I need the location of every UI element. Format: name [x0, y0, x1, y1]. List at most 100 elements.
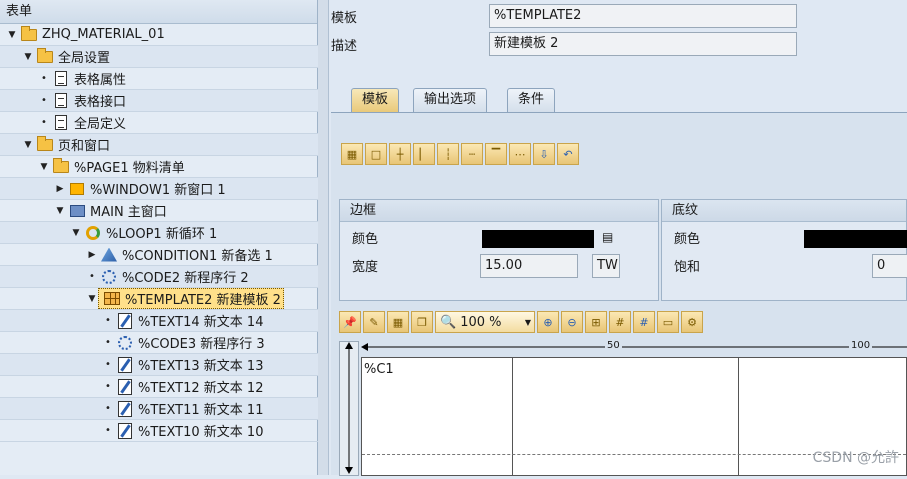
frame-none-icon[interactable]: ⋯	[509, 143, 531, 165]
panel-splitter[interactable]	[318, 0, 329, 475]
table-icon[interactable]: ▦	[387, 311, 409, 333]
collapse-arrow-icon[interactable]: ▼	[22, 52, 34, 62]
tab-template[interactable]: 模板	[351, 88, 400, 112]
tree-node[interactable]: • 全局定义	[0, 112, 318, 134]
document-icon-shape	[55, 115, 67, 130]
expand-arrow-icon[interactable]: ▶	[86, 250, 98, 260]
shading-color-field[interactable]	[804, 230, 907, 248]
horizontal-ruler: 50 100	[361, 340, 907, 353]
zoom-in-icon[interactable]: ⊕	[537, 311, 559, 333]
text-icon	[116, 422, 134, 439]
tree-node[interactable]: ▼ 全局设置	[0, 46, 318, 68]
collapse-arrow-icon[interactable]: ▼	[86, 294, 98, 304]
tree-node[interactable]: • 表格接口	[0, 90, 318, 112]
tab-conditions[interactable]: 条件	[507, 88, 556, 112]
border-unit-field[interactable]: TW	[592, 254, 620, 278]
frame-top-icon[interactable]: ▔	[485, 143, 507, 165]
tree-node-content[interactable]: 全局设置	[34, 47, 110, 66]
tree-node[interactable]: ▼ %LOOP1 新循环 1	[0, 222, 318, 244]
tree-node-content[interactable]: %TEMPLATE2 新建模板 2	[98, 288, 284, 309]
template-name-field[interactable]: %TEMPLATE2	[489, 4, 797, 28]
tree-node[interactable]: • %TEXT11 新文本 11	[0, 398, 318, 420]
pencil-icon[interactable]: ✎	[363, 311, 385, 333]
frame-left-icon[interactable]: ▏	[413, 143, 435, 165]
pin-icon[interactable]: 📌	[339, 311, 361, 333]
tree-node-content[interactable]: MAIN 主窗口	[66, 201, 167, 220]
tree-node-content[interactable]: %TEXT12 新文本 12	[114, 377, 263, 396]
text-icon	[116, 356, 134, 373]
tree-node[interactable]: • %TEXT14 新文本 14	[0, 310, 318, 332]
tree-node-content[interactable]: 全局定义	[50, 113, 126, 132]
folder-open-icon	[20, 25, 38, 43]
frame-horizontal-icon[interactable]: ┄	[461, 143, 483, 165]
frame-outer-icon[interactable]: □	[365, 143, 387, 165]
tree-node-content[interactable]: %TEXT11 新文本 11	[114, 399, 263, 418]
tree-node-content[interactable]: 表格接口	[50, 91, 126, 110]
table-layout-icon[interactable]: ▦	[341, 143, 363, 165]
watermark: CSDN @允許	[812, 450, 899, 466]
frame-vertical-icon[interactable]: ┆	[437, 143, 459, 165]
leaf-bullet: •	[105, 359, 111, 370]
collapse-arrow-icon[interactable]: ▼	[54, 206, 66, 216]
border-color-field[interactable]	[482, 230, 594, 248]
tree-node[interactable]: • %CODE3 新程序行 3	[0, 332, 318, 354]
tree-node[interactable]: ▼ ZHQ_MATERIAL_01	[0, 24, 318, 46]
border-width-field[interactable]: 15.00	[480, 254, 578, 278]
grid-red-icon[interactable]: #	[609, 311, 631, 333]
tree-node-label: ZHQ_MATERIAL_01	[42, 27, 165, 42]
tree-node-content[interactable]: %WINDOW1 新窗口 1	[66, 179, 226, 198]
tree-node-content[interactable]: %CONDITION1 新备选 1	[98, 245, 273, 264]
tree-node[interactable]: ▼ 页和窗口	[0, 134, 318, 156]
form-tree-panel: 表单 ▼ ZHQ_MATERIAL_01 ▼ 全局设置 • 表格属性 • 表格接口 • 全局定义 ▼…	[0, 0, 318, 475]
saturation-field[interactable]: 0	[872, 254, 907, 278]
document-icon-shape	[55, 71, 67, 86]
tree-node-content[interactable]: %TEXT10 新文本 10	[114, 421, 263, 440]
zoom-out-icon[interactable]: ⊖	[561, 311, 583, 333]
undo-icon[interactable]: ↶	[557, 143, 579, 165]
window-icon-shape	[70, 182, 84, 195]
folder-open-icon	[36, 47, 54, 65]
tree-node-content[interactable]: %CODE2 新程序行 2	[98, 267, 249, 286]
tree-node[interactable]: ▼ %TEMPLATE2 新建模板 2	[0, 288, 318, 310]
expand-arrow-icon[interactable]: ▶	[54, 184, 66, 194]
tree-node-content[interactable]: ZHQ_MATERIAL_01	[18, 25, 165, 43]
border-width-row: 宽度	[352, 252, 378, 278]
tree-node[interactable]: • %TEXT13 新文本 13	[0, 354, 318, 376]
tree-node-content[interactable]: 页和窗口	[34, 135, 110, 154]
folder-open-icon	[36, 135, 54, 153]
tree-node[interactable]: ▼ %PAGE1 物料清单	[0, 156, 318, 178]
list-picker-icon[interactable]: ▤	[602, 230, 613, 244]
tree-node-content[interactable]: %PAGE1 物料清单	[50, 157, 185, 176]
tree-node[interactable]: • %TEXT12 新文本 12	[0, 376, 318, 398]
border-color-row: 颜色	[352, 224, 378, 250]
tree-node[interactable]: ▼ MAIN 主窗口	[0, 200, 318, 222]
tree-node-content[interactable]: 表格属性	[50, 69, 126, 88]
tab-strip: 模板 输出选项 条件	[329, 88, 907, 112]
select-cells-icon[interactable]: ⊞	[585, 311, 607, 333]
tree-node[interactable]: • %TEXT10 新文本 10	[0, 420, 318, 442]
frame-inner-icon[interactable]: ┼	[389, 143, 411, 165]
text-icon-shape	[118, 356, 132, 373]
tab-output-options[interactable]: 输出选项	[413, 88, 488, 112]
zoom-select[interactable]: 🔍 100 % ▼	[435, 311, 535, 333]
description-field[interactable]: 新建模板 2	[489, 32, 797, 56]
tree-node-content[interactable]: %LOOP1 新循环 1	[82, 223, 217, 242]
leaf-bullet: •	[105, 337, 111, 348]
collapse-arrow-icon[interactable]: ▼	[70, 228, 82, 238]
collapse-arrow-icon[interactable]: ▼	[38, 162, 50, 172]
copy-icon[interactable]: ❐	[411, 311, 433, 333]
ruler-icon[interactable]: ▭	[657, 311, 679, 333]
tree-node-content[interactable]: %TEXT13 新文本 13	[114, 355, 263, 374]
settings-icon[interactable]: ⚙	[681, 311, 703, 333]
vertical-ruler	[339, 341, 359, 476]
tree-node[interactable]: ▶ %WINDOW1 新窗口 1	[0, 178, 318, 200]
download-icon[interactable]: ⇩	[533, 143, 555, 165]
tree-node[interactable]: • 表格属性	[0, 68, 318, 90]
grid-blue-icon[interactable]: #	[633, 311, 655, 333]
collapse-arrow-icon[interactable]: ▼	[22, 140, 34, 150]
tree-node[interactable]: ▶ %CONDITION1 新备选 1	[0, 244, 318, 266]
tree-node[interactable]: • %CODE2 新程序行 2	[0, 266, 318, 288]
collapse-arrow-icon[interactable]: ▼	[6, 30, 18, 40]
tree-node-content[interactable]: %CODE3 新程序行 3	[114, 333, 265, 352]
tree-node-content[interactable]: %TEXT14 新文本 14	[114, 311, 263, 330]
